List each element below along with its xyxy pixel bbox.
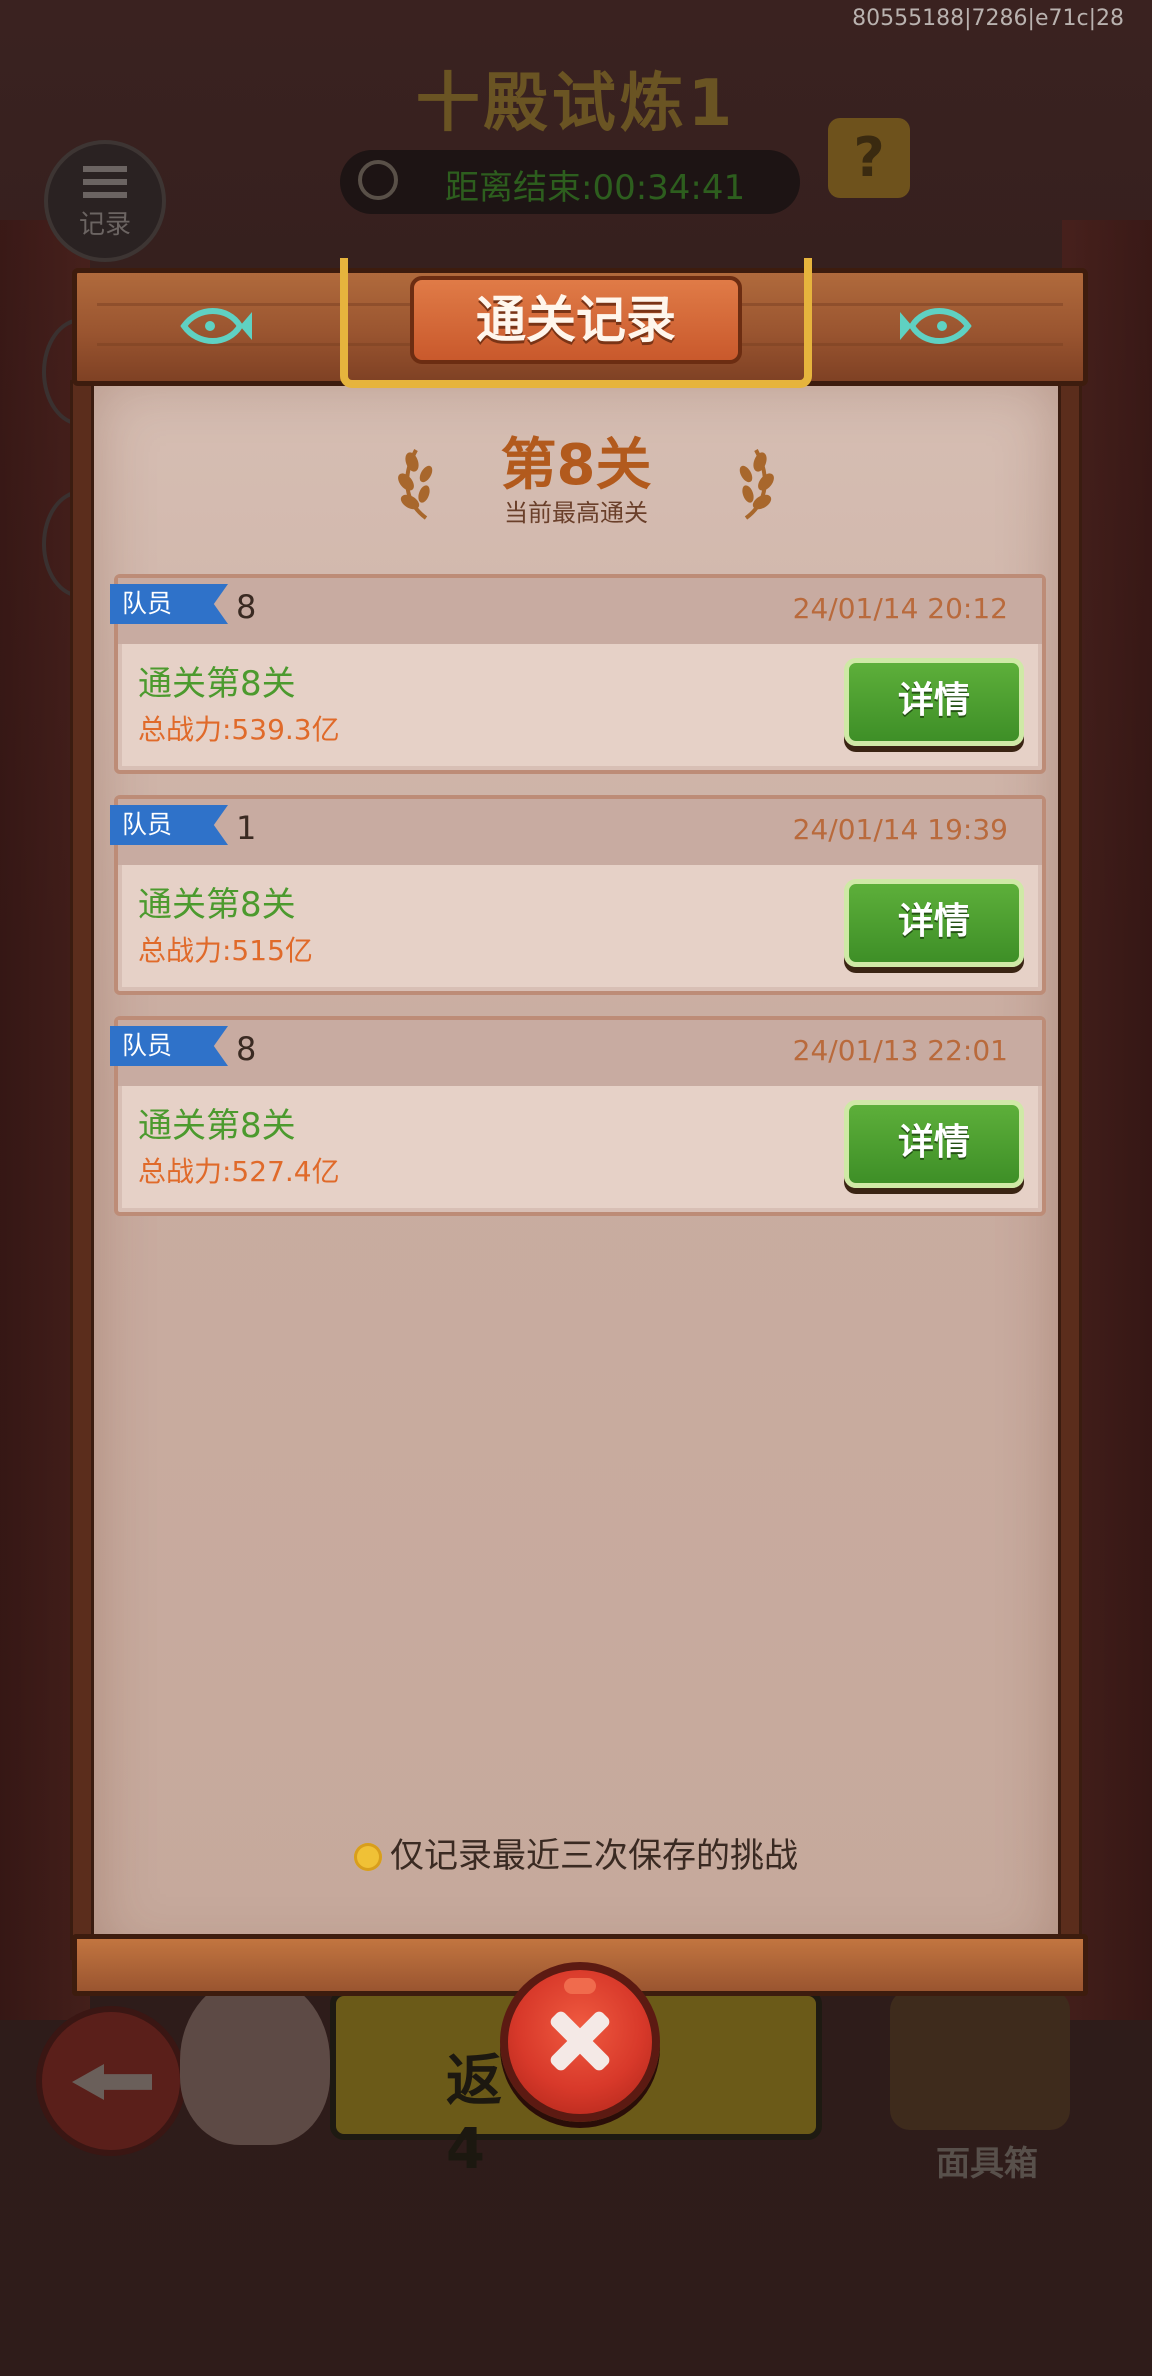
footer-note: 仅记录最近三次保存的挑战 xyxy=(0,1828,1152,1877)
clear-level-text: 通关第8关 xyxy=(138,1106,296,1146)
clock-icon xyxy=(358,160,398,200)
member-tag: 队员 xyxy=(110,584,228,624)
total-power-text: 总战力:527.4亿 xyxy=(138,1155,340,1188)
footer-note-text: 仅记录最近三次保存的挑战 xyxy=(390,1836,798,1876)
mask-character xyxy=(180,1975,330,2145)
record-time: 24/01/14 20:12 xyxy=(792,592,1008,625)
modal-frame-left xyxy=(70,380,94,1960)
build-id-text: 80555188|7286|e71c|28 xyxy=(852,6,1124,31)
details-button[interactable]: 详情 xyxy=(844,1100,1024,1188)
mask-box-icon[interactable] xyxy=(890,1990,1070,2130)
back-button[interactable] xyxy=(36,2006,186,2156)
close-button-knob xyxy=(564,1978,596,1994)
close-button[interactable] xyxy=(500,1962,660,2122)
record-card: 队员 1 24/01/14 19:39 通关第8关 总战力:515亿 详情 xyxy=(110,795,1046,995)
help-button[interactable]: ? xyxy=(828,118,910,198)
fish-icon xyxy=(900,308,972,344)
record-button[interactable]: 记录 xyxy=(44,140,166,262)
member-count: 8 xyxy=(236,588,257,626)
countdown-timer: 距离结束:00:34:41 xyxy=(340,150,800,214)
record-button-label: 记录 xyxy=(78,210,131,240)
total-power-text: 总战力:515亿 xyxy=(138,934,313,967)
arrow-left-icon xyxy=(72,2064,152,2100)
member-count: 1 xyxy=(236,809,257,847)
details-button[interactable]: 详情 xyxy=(844,658,1024,746)
record-time: 24/01/14 19:39 xyxy=(792,813,1008,846)
details-button[interactable]: 详情 xyxy=(844,879,1024,967)
fish-icon xyxy=(180,308,252,344)
countdown-text: 距离结束:00:34:41 xyxy=(445,168,746,208)
member-tag: 队员 xyxy=(110,805,228,845)
best-level-title: 第8关 xyxy=(500,433,652,498)
modal-title: 通关记录 xyxy=(410,276,742,364)
list-icon xyxy=(83,166,127,198)
total-power-text: 总战力:539.3亿 xyxy=(138,713,340,746)
record-card: 队员 8 24/01/14 20:12 通关第8关 总战力:539.3亿 详情 xyxy=(110,574,1046,774)
member-tag: 队员 xyxy=(110,1026,228,1066)
clear-level-text: 通关第8关 xyxy=(138,885,296,925)
clear-level-text: 通关第8关 xyxy=(138,664,296,704)
modal-frame-right xyxy=(1058,380,1082,1960)
member-count: 8 xyxy=(236,1030,257,1068)
event-title: 十殿试炼1 xyxy=(415,67,737,141)
best-level-subtitle: 当前最高通关 xyxy=(504,499,648,527)
record-time: 24/01/13 22:01 xyxy=(792,1034,1008,1067)
info-coin-icon xyxy=(354,1843,382,1871)
mask-box-label: 面具箱 xyxy=(936,2144,1038,2184)
record-card: 队员 8 24/01/13 22:01 通关第8关 总战力:527.4亿 详情 xyxy=(110,1016,1046,1216)
